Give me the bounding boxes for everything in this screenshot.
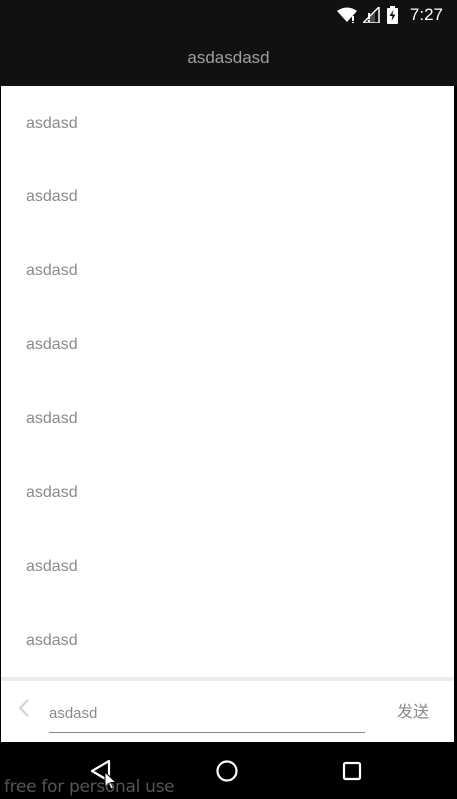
send-button[interactable]: 发送 (385, 695, 441, 725)
list-item[interactable]: asdasd (1, 308, 454, 382)
nav-home-button[interactable] (212, 756, 242, 786)
status-time: 7:27 (409, 5, 443, 24)
wifi-icon (336, 7, 357, 23)
chevron-left-icon[interactable] (17, 697, 31, 719)
message-input[interactable] (49, 695, 365, 733)
list-item[interactable]: asdasd (1, 604, 454, 677)
nav-recents-button[interactable] (337, 756, 367, 786)
home-circle-icon (216, 760, 238, 782)
battery-charging-icon (386, 6, 398, 24)
list-item[interactable]: asdasd (1, 86, 454, 160)
message-list: asdasd asdasd asdasd asdasd asdasd asdas… (1, 86, 454, 677)
input-bar: 发送 (1, 681, 454, 742)
recents-square-icon (342, 761, 362, 781)
list-item[interactable]: asdasd (1, 530, 454, 604)
message-list-container[interactable]: asdasd asdasd asdasd asdasd asdasd asdas… (1, 86, 454, 677)
list-item[interactable]: asdasd (1, 456, 454, 530)
list-item[interactable]: asdasd (1, 382, 454, 456)
watermark-text: free for personal use (4, 777, 175, 797)
phone-screen: 7:27 asdasdasd asdasd asdasd asdasd asda… (0, 0, 457, 799)
status-icons: 7:27 (336, 4, 443, 26)
page-title: asdasdasd (187, 48, 270, 67)
list-item[interactable]: asdasd (1, 234, 454, 308)
app-bar: asdasdasd (0, 30, 457, 86)
list-item[interactable]: asdasd (1, 160, 454, 234)
status-bar: 7:27 (0, 0, 457, 30)
signal-icon (362, 7, 380, 23)
